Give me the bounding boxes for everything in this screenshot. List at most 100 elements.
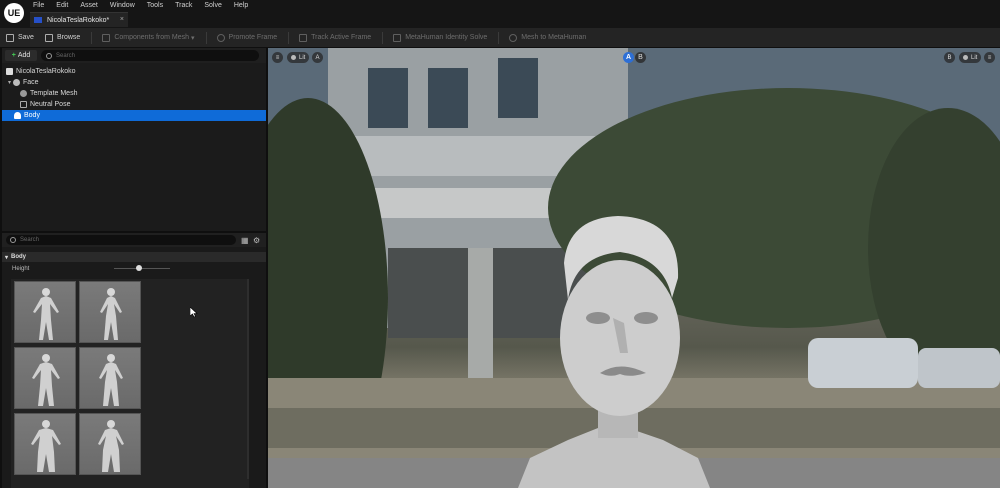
tree-item-body[interactable]: Body [2,110,266,121]
promote-frame-button[interactable]: Promote Frame [216,33,278,42]
view-a-label: A [315,54,320,61]
lit-sphere-icon [963,55,968,60]
body-type-thumbnail[interactable] [79,347,141,409]
close-icon[interactable]: × [120,16,124,23]
search-placeholder: Search [56,52,76,59]
browse-button[interactable]: Browse [44,33,80,42]
left-view-a-button[interactable]: A [312,52,323,63]
toolbar-divider [288,31,290,44]
menu-tools[interactable]: Tools [142,0,170,11]
toolbar: Save Browse Components from Mesh ▾ Promo… [0,28,1000,47]
right-lit-mode-button[interactable]: Lit [959,52,982,63]
metahuman-identity-solve-button[interactable]: MetaHuman Identity Solve [393,33,488,42]
track-active-frame-label: Track Active Frame [311,34,372,41]
right-viewport-menu-button[interactable]: ≡ [984,52,995,63]
solve-icon [393,33,402,42]
unreal-logo: UE [4,3,24,23]
body-category-header[interactable]: ▾ Body [2,252,266,262]
tree-item-root[interactable]: NicolaTeslaRokoko [2,66,266,77]
plus-icon: + [11,52,16,59]
track-icon [299,33,308,42]
female-body-icon [98,420,124,472]
expand-arrow-icon[interactable]: ▾ [8,79,11,86]
metahuman-identity-solve-label: MetaHuman Identity Solve [405,34,488,41]
mesh-icon [102,33,111,42]
hamburger-icon: ≡ [275,54,280,61]
save-button[interactable]: Save [6,33,34,42]
menu-solve[interactable]: Solve [199,0,229,11]
ab-toggle-b[interactable]: B [635,52,646,63]
tree-label: Neutral Pose [30,101,71,108]
menu-edit[interactable]: Edit [51,0,75,11]
identity-icon [6,68,13,75]
outliner-header: + Add Search [2,48,266,63]
viewport-scene [268,48,1000,488]
body-type-thumbnail[interactable] [14,281,76,343]
left-lit-mode-button[interactable]: Lit [287,52,310,63]
toolbar-divider [382,31,384,44]
outliner-tree: NicolaTeslaRokoko ▾ Face Template Mesh N… [2,63,266,121]
ab-toggle: A B [623,52,646,63]
menu-track[interactable]: Track [170,0,199,11]
category-label: Body [11,254,27,260]
mesh-to-metahuman-button[interactable]: Mesh to MetaHuman [509,33,586,42]
toolbar-divider [498,31,500,44]
track-active-frame-button[interactable]: Track Active Frame [299,33,372,42]
asset-tab[interactable]: NicolaTeslaRokoko* × [30,12,128,27]
collapse-arrow-icon: ▾ [5,254,9,261]
ab-toggle-a[interactable]: A [623,52,634,63]
promote-frame-label: Promote Frame [228,34,278,41]
lit-sphere-icon [291,55,296,60]
plus-icon [216,33,225,42]
body-type-thumbnail[interactable] [79,281,141,343]
body-type-thumbnail[interactable] [14,413,76,475]
body-panel-header: Search ▦ ⚙ [2,233,266,247]
components-from-mesh-button[interactable]: Components from Mesh ▾ [102,33,195,42]
body-type-thumbnail[interactable] [79,413,141,475]
height-slider-handle[interactable] [136,265,143,271]
grid-view-icon[interactable]: ▦ [241,236,249,244]
hamburger-icon: ≡ [987,54,992,61]
tree-item-template-mesh[interactable]: Template Mesh [2,88,266,99]
search-icon [46,52,52,59]
gear-icon[interactable]: ⚙ [253,236,260,244]
save-icon [6,33,14,42]
toolbar-divider [91,31,93,44]
lit-label: Lit [971,54,978,61]
height-slider[interactable] [114,268,170,269]
right-view-b-button[interactable]: B [944,52,955,63]
male-body-icon [32,354,60,406]
body-type-thumbnail[interactable] [14,347,76,409]
tree-item-neutral-pose[interactable]: Neutral Pose [2,99,266,110]
menu-asset[interactable]: Asset [75,0,105,11]
search-placeholder: Search [20,237,40,243]
menu-window[interactable]: Window [105,0,142,11]
menu-file[interactable]: File [28,0,51,11]
3d-viewport[interactable]: ≡ Lit A A B B Lit ≡ [268,48,1000,488]
scrollbar[interactable] [247,279,249,479]
body-search-input[interactable]: Search [6,235,236,245]
add-button[interactable]: + Add [5,50,37,61]
face-icon [13,79,21,86]
metahuman-icon [509,33,518,42]
mesh-icon [20,90,27,97]
male-body-icon [33,288,59,340]
menu-help[interactable]: Help [229,0,255,11]
asset-icon [34,17,42,23]
pose-icon [20,101,27,108]
view-b-label: B [947,54,952,61]
lit-label: Lit [299,54,306,61]
male-body-icon [31,420,61,472]
viewport-menu-button[interactable]: ≡ [272,52,283,63]
tree-label: Face [23,79,39,86]
tree-label: NicolaTeslaRokoko [16,68,76,75]
tree-item-face[interactable]: ▾ Face [2,77,266,88]
outliner-search-input[interactable]: Search [41,50,259,61]
components-from-mesh-label: Components from Mesh [114,34,190,41]
body-details-panel: Search ▦ ⚙ ▾ Body Height [2,233,266,488]
add-label: Add [17,52,31,59]
component-outliner: + Add Search NicolaTeslaRokoko ▾ Face Te… [2,48,266,231]
tree-label: Template Mesh [30,90,78,97]
folder-icon [44,33,53,42]
mouse-cursor-icon [190,307,198,318]
